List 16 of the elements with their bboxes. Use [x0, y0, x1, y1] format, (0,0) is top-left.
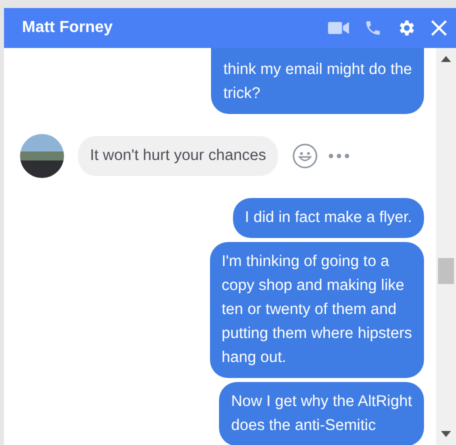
scroll-up-icon[interactable]: [441, 56, 451, 62]
scroll-down-icon[interactable]: [441, 431, 451, 437]
phone-icon[interactable]: [364, 19, 382, 37]
message-bubble: I did in fact make a flyer.: [232, 198, 424, 238]
scrollbar[interactable]: [436, 48, 456, 445]
video-camera-icon[interactable]: [328, 21, 350, 35]
message-bubble: Now I get why the AltRight does the anti-Semitic: [219, 382, 424, 445]
message-bubble: I'm thinking of going to a copy shop and making like ten or twenty of them and putting them where hipsters hang out.: [210, 242, 424, 378]
message-bubble: It won't hurt your chances: [78, 136, 278, 176]
contact-name: Matt Forney: [22, 19, 114, 37]
avatar-photo: [20, 134, 64, 178]
message-bubble: think my email might do the trick?: [211, 48, 424, 114]
close-icon[interactable]: [430, 19, 448, 37]
emoji-icon[interactable]: [292, 143, 318, 169]
more-icon[interactable]: [328, 153, 350, 159]
scroll-thumb[interactable]: [438, 258, 454, 284]
